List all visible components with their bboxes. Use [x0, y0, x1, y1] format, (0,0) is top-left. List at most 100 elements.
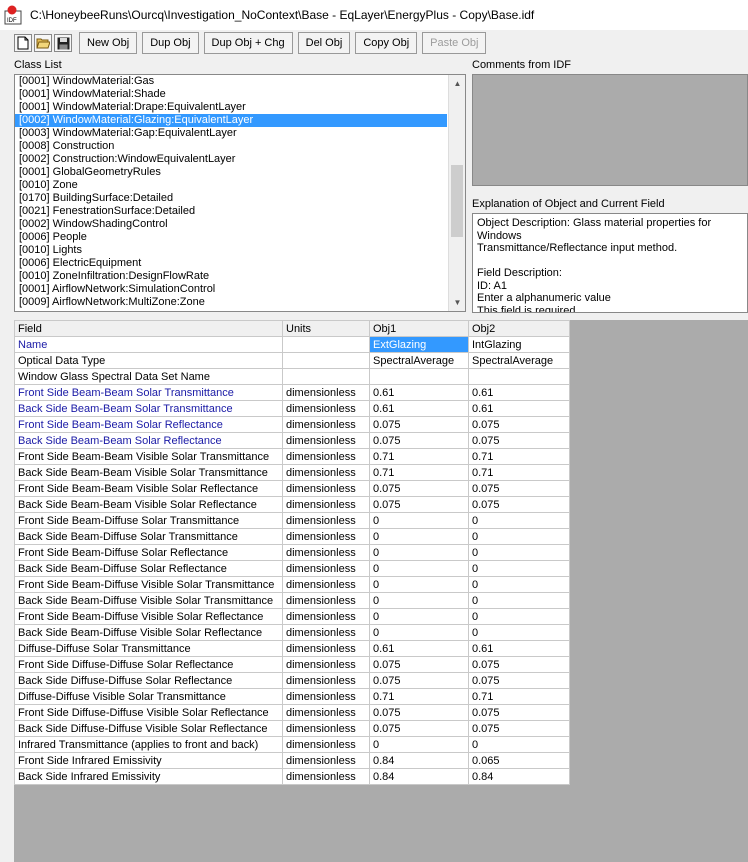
obj1-value-cell[interactable]: 0.84: [369, 752, 469, 769]
units-cell: dimensionless: [282, 512, 370, 529]
idf-editor-window: IDF C:\HoneybeeRuns\Ourcq\Investigation_…: [0, 0, 748, 862]
obj1-value-cell[interactable]: 0: [369, 544, 469, 561]
copy-obj-button[interactable]: Copy Obj: [355, 32, 418, 54]
obj2-value-cell[interactable]: 0.075: [468, 720, 570, 737]
units-cell: [282, 368, 370, 385]
header-units[interactable]: Units: [282, 320, 370, 337]
obj2-value-cell[interactable]: 0.065: [468, 752, 570, 769]
header-field[interactable]: Field: [14, 320, 283, 337]
class-list-item[interactable]: [0170] BuildingSurface:Detailed: [15, 192, 465, 205]
class-list-item[interactable]: [0002] WindowMaterial:Glazing:Equivalent…: [15, 114, 447, 127]
obj1-value-cell[interactable]: 0.075: [369, 416, 469, 433]
class-list-item[interactable]: [0021] FenestrationSurface:Detailed: [15, 205, 465, 218]
scroll-down-arrow-icon[interactable]: ▼: [449, 294, 465, 311]
class-list-item[interactable]: [0008] Construction: [15, 140, 465, 153]
obj1-value-cell[interactable]: 0: [369, 736, 469, 753]
obj1-value-cell[interactable]: ExtGlazing: [369, 336, 469, 353]
obj1-value-cell[interactable]: 0.075: [369, 656, 469, 673]
obj1-value-cell[interactable]: 0: [369, 512, 469, 529]
obj2-value-cell[interactable]: IntGlazing: [468, 336, 570, 353]
class-list[interactable]: [0001] WindowMaterial:Gas [0001] WindowMa…: [14, 74, 466, 312]
dup-obj-chg-button[interactable]: Dup Obj + Chg: [203, 32, 293, 54]
obj2-value-cell[interactable]: 0: [468, 528, 570, 545]
scroll-thumb[interactable]: [451, 165, 463, 237]
obj1-value-cell[interactable]: 0.61: [369, 384, 469, 401]
obj1-value-cell[interactable]: 0.71: [369, 464, 469, 481]
class-list-item[interactable]: [0001] WindowMaterial:Drape:EquivalentLa…: [15, 101, 465, 114]
obj2-value-cell[interactable]: SpectralAverage: [468, 352, 570, 369]
dup-obj-button[interactable]: Dup Obj: [142, 32, 199, 54]
class-list-item[interactable]: [0001] WindowMaterial:Gas: [15, 75, 465, 88]
obj2-value-cell[interactable]: 0.84: [468, 768, 570, 785]
obj2-value-cell[interactable]: 0: [468, 512, 570, 529]
header-obj1[interactable]: Obj1: [369, 320, 469, 337]
obj2-value-cell[interactable]: 0.075: [468, 672, 570, 689]
save-disk-icon[interactable]: [54, 34, 72, 52]
class-list-item[interactable]: [0010] Zone: [15, 179, 465, 192]
obj2-value-cell[interactable]: 0: [468, 736, 570, 753]
class-list-item[interactable]: [0001] AirflowNetwork:SimulationControl: [15, 283, 465, 296]
class-list-label: Class List: [14, 59, 62, 71]
comments-textbox[interactable]: [472, 74, 748, 186]
del-obj-button[interactable]: Del Obj: [297, 32, 351, 54]
class-list-scrollbar[interactable]: ▲ ▼: [448, 75, 465, 311]
obj2-value-cell[interactable]: 0.075: [468, 704, 570, 721]
class-list-item[interactable]: [0001] GlobalGeometryRules: [15, 166, 465, 179]
obj1-value-cell[interactable]: 0.075: [369, 480, 469, 497]
obj1-value-cell[interactable]: 0: [369, 560, 469, 577]
class-list-item[interactable]: [0006] ElectricEquipment: [15, 257, 465, 270]
obj2-value-cell[interactable]: 0.075: [468, 496, 570, 513]
obj1-value-cell[interactable]: 0.075: [369, 432, 469, 449]
obj1-value-cell[interactable]: 0: [369, 528, 469, 545]
class-list-item[interactable]: [0010] Lights: [15, 244, 465, 257]
obj2-value-cell[interactable]: 0: [468, 608, 570, 625]
obj1-value-cell[interactable]: 0.075: [369, 720, 469, 737]
obj1-value-cell[interactable]: 0: [369, 576, 469, 593]
obj2-value-cell[interactable]: [468, 368, 570, 385]
open-folder-icon[interactable]: [34, 34, 52, 52]
obj1-value-cell[interactable]: 0.075: [369, 704, 469, 721]
units-cell: dimensionless: [282, 544, 370, 561]
obj2-value-cell[interactable]: 0.71: [468, 464, 570, 481]
grid-row: Back Side Diffuse-Diffuse Visible Solar …: [14, 720, 570, 737]
new-obj-button[interactable]: New Obj: [79, 32, 138, 54]
class-list-item[interactable]: [0003] WindowMaterial:Gap:EquivalentLaye…: [15, 127, 465, 140]
obj2-value-cell[interactable]: 0.075: [468, 416, 570, 433]
class-list-item[interactable]: [0002] WindowShadingControl: [15, 218, 465, 231]
obj2-value-cell[interactable]: 0.71: [468, 688, 570, 705]
obj2-value-cell[interactable]: 0.075: [468, 432, 570, 449]
new-file-icon[interactable]: [14, 34, 32, 52]
obj1-value-cell[interactable]: SpectralAverage: [369, 352, 469, 369]
obj1-value-cell[interactable]: 0.61: [369, 640, 469, 657]
scroll-up-arrow-icon[interactable]: ▲: [449, 75, 465, 92]
paste-obj-button[interactable]: Paste Obj: [422, 32, 487, 54]
obj2-value-cell[interactable]: 0: [468, 624, 570, 641]
obj1-value-cell[interactable]: 0.075: [369, 672, 469, 689]
obj1-value-cell[interactable]: 0.71: [369, 448, 469, 465]
obj1-value-cell[interactable]: 0.61: [369, 400, 469, 417]
obj1-value-cell[interactable]: 0: [369, 592, 469, 609]
obj2-value-cell[interactable]: 0.71: [468, 448, 570, 465]
obj2-value-cell[interactable]: 0.075: [468, 480, 570, 497]
class-list-item[interactable]: [0009] AirflowNetwork:MultiZone:Zone: [15, 296, 465, 309]
obj2-value-cell[interactable]: 0: [468, 544, 570, 561]
obj2-value-cell[interactable]: 0.075: [468, 656, 570, 673]
obj2-value-cell[interactable]: 0.61: [468, 384, 570, 401]
obj2-value-cell[interactable]: 0: [468, 576, 570, 593]
header-obj2[interactable]: Obj2: [468, 320, 570, 337]
obj1-value-cell[interactable]: 0.84: [369, 768, 469, 785]
obj1-value-cell[interactable]: [369, 368, 469, 385]
obj2-value-cell[interactable]: 0: [468, 560, 570, 577]
obj1-value-cell[interactable]: 0: [369, 624, 469, 641]
obj1-value-cell[interactable]: 0.71: [369, 688, 469, 705]
obj2-value-cell[interactable]: 0.61: [468, 640, 570, 657]
obj2-value-cell[interactable]: 0: [468, 592, 570, 609]
field-name-cell: Front Side Beam-Diffuse Visible Solar Re…: [14, 608, 283, 625]
obj2-value-cell[interactable]: 0.61: [468, 400, 570, 417]
class-list-item[interactable]: [0010] ZoneInfiltration:DesignFlowRate: [15, 270, 465, 283]
class-list-item[interactable]: [0006] People: [15, 231, 465, 244]
obj1-value-cell[interactable]: 0: [369, 608, 469, 625]
class-list-item[interactable]: [0001] WindowMaterial:Shade: [15, 88, 465, 101]
class-list-item[interactable]: [0002] Construction:WindowEquivalentLaye…: [15, 153, 465, 166]
obj1-value-cell[interactable]: 0.075: [369, 496, 469, 513]
